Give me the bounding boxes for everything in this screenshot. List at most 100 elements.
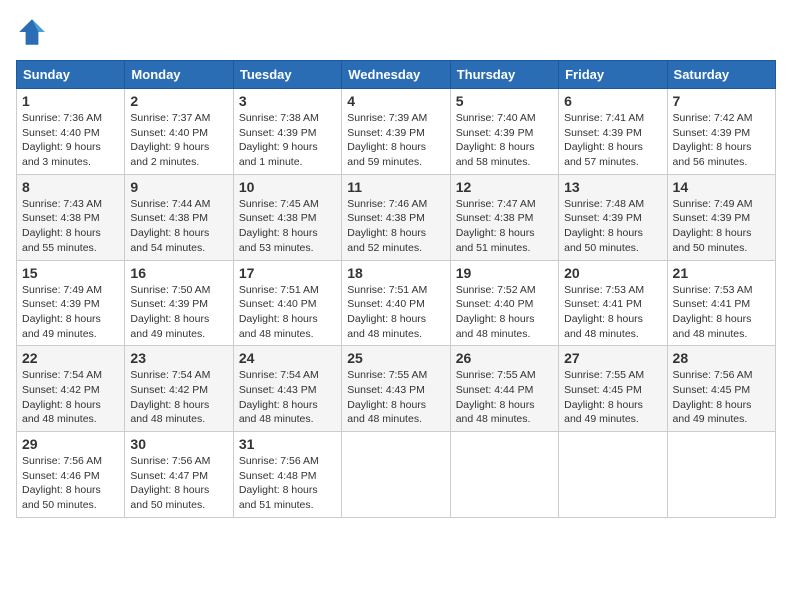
weekday-header: Saturday xyxy=(667,61,775,89)
day-info: Sunrise: 7:48 AMSunset: 4:39 PMDaylight:… xyxy=(564,198,644,254)
day-number: 28 xyxy=(673,350,770,366)
day-info: Sunrise: 7:56 AMSunset: 4:48 PMDaylight:… xyxy=(239,455,319,511)
day-number: 18 xyxy=(347,265,444,281)
day-info: Sunrise: 7:53 AMSunset: 4:41 PMDaylight:… xyxy=(564,284,644,340)
page-header xyxy=(16,16,776,48)
day-info: Sunrise: 7:47 AMSunset: 4:38 PMDaylight:… xyxy=(456,198,536,254)
day-info: Sunrise: 7:46 AMSunset: 4:38 PMDaylight:… xyxy=(347,198,427,254)
calendar-cell xyxy=(450,432,558,518)
calendar-cell: 31 Sunrise: 7:56 AMSunset: 4:48 PMDaylig… xyxy=(233,432,341,518)
calendar-cell: 11 Sunrise: 7:46 AMSunset: 4:38 PMDaylig… xyxy=(342,174,450,260)
calendar-cell: 2 Sunrise: 7:37 AMSunset: 4:40 PMDayligh… xyxy=(125,89,233,175)
day-info: Sunrise: 7:52 AMSunset: 4:40 PMDaylight:… xyxy=(456,284,536,340)
calendar-cell: 14 Sunrise: 7:49 AMSunset: 4:39 PMDaylig… xyxy=(667,174,775,260)
calendar-week-row: 22 Sunrise: 7:54 AMSunset: 4:42 PMDaylig… xyxy=(17,346,776,432)
calendar-week-row: 15 Sunrise: 7:49 AMSunset: 4:39 PMDaylig… xyxy=(17,260,776,346)
calendar-cell: 10 Sunrise: 7:45 AMSunset: 4:38 PMDaylig… xyxy=(233,174,341,260)
calendar-cell: 12 Sunrise: 7:47 AMSunset: 4:38 PMDaylig… xyxy=(450,174,558,260)
weekday-header: Friday xyxy=(559,61,667,89)
day-info: Sunrise: 7:55 AMSunset: 4:44 PMDaylight:… xyxy=(456,369,536,425)
day-number: 13 xyxy=(564,179,661,195)
day-info: Sunrise: 7:54 AMSunset: 4:42 PMDaylight:… xyxy=(22,369,102,425)
day-number: 16 xyxy=(130,265,227,281)
calendar-cell: 22 Sunrise: 7:54 AMSunset: 4:42 PMDaylig… xyxy=(17,346,125,432)
weekday-header: Tuesday xyxy=(233,61,341,89)
calendar-cell: 30 Sunrise: 7:56 AMSunset: 4:47 PMDaylig… xyxy=(125,432,233,518)
calendar-header-row: SundayMondayTuesdayWednesdayThursdayFrid… xyxy=(17,61,776,89)
day-info: Sunrise: 7:55 AMSunset: 4:45 PMDaylight:… xyxy=(564,369,644,425)
day-number: 15 xyxy=(22,265,119,281)
day-info: Sunrise: 7:49 AMSunset: 4:39 PMDaylight:… xyxy=(22,284,102,340)
calendar-week-row: 8 Sunrise: 7:43 AMSunset: 4:38 PMDayligh… xyxy=(17,174,776,260)
day-number: 26 xyxy=(456,350,553,366)
day-info: Sunrise: 7:56 AMSunset: 4:47 PMDaylight:… xyxy=(130,455,210,511)
calendar-cell: 26 Sunrise: 7:55 AMSunset: 4:44 PMDaylig… xyxy=(450,346,558,432)
weekday-header: Sunday xyxy=(17,61,125,89)
calendar-week-row: 29 Sunrise: 7:56 AMSunset: 4:46 PMDaylig… xyxy=(17,432,776,518)
day-number: 8 xyxy=(22,179,119,195)
day-info: Sunrise: 7:53 AMSunset: 4:41 PMDaylight:… xyxy=(673,284,753,340)
calendar-cell: 3 Sunrise: 7:38 AMSunset: 4:39 PMDayligh… xyxy=(233,89,341,175)
calendar-cell: 21 Sunrise: 7:53 AMSunset: 4:41 PMDaylig… xyxy=(667,260,775,346)
calendar-cell: 20 Sunrise: 7:53 AMSunset: 4:41 PMDaylig… xyxy=(559,260,667,346)
weekday-header: Wednesday xyxy=(342,61,450,89)
day-number: 20 xyxy=(564,265,661,281)
calendar-cell: 7 Sunrise: 7:42 AMSunset: 4:39 PMDayligh… xyxy=(667,89,775,175)
day-number: 7 xyxy=(673,93,770,109)
day-number: 24 xyxy=(239,350,336,366)
calendar-cell: 6 Sunrise: 7:41 AMSunset: 4:39 PMDayligh… xyxy=(559,89,667,175)
weekday-header: Thursday xyxy=(450,61,558,89)
calendar-cell: 1 Sunrise: 7:36 AMSunset: 4:40 PMDayligh… xyxy=(17,89,125,175)
calendar-cell: 23 Sunrise: 7:54 AMSunset: 4:42 PMDaylig… xyxy=(125,346,233,432)
day-info: Sunrise: 7:42 AMSunset: 4:39 PMDaylight:… xyxy=(673,112,753,168)
day-info: Sunrise: 7:55 AMSunset: 4:43 PMDaylight:… xyxy=(347,369,427,425)
day-number: 2 xyxy=(130,93,227,109)
day-info: Sunrise: 7:54 AMSunset: 4:42 PMDaylight:… xyxy=(130,369,210,425)
day-number: 9 xyxy=(130,179,227,195)
calendar-cell: 19 Sunrise: 7:52 AMSunset: 4:40 PMDaylig… xyxy=(450,260,558,346)
day-number: 29 xyxy=(22,436,119,452)
day-info: Sunrise: 7:38 AMSunset: 4:39 PMDaylight:… xyxy=(239,112,319,168)
day-info: Sunrise: 7:39 AMSunset: 4:39 PMDaylight:… xyxy=(347,112,427,168)
day-number: 22 xyxy=(22,350,119,366)
day-info: Sunrise: 7:40 AMSunset: 4:39 PMDaylight:… xyxy=(456,112,536,168)
calendar-cell xyxy=(342,432,450,518)
day-info: Sunrise: 7:51 AMSunset: 4:40 PMDaylight:… xyxy=(239,284,319,340)
calendar-cell xyxy=(559,432,667,518)
day-info: Sunrise: 7:49 AMSunset: 4:39 PMDaylight:… xyxy=(673,198,753,254)
calendar-week-row: 1 Sunrise: 7:36 AMSunset: 4:40 PMDayligh… xyxy=(17,89,776,175)
day-number: 6 xyxy=(564,93,661,109)
calendar-cell: 29 Sunrise: 7:56 AMSunset: 4:46 PMDaylig… xyxy=(17,432,125,518)
day-number: 12 xyxy=(456,179,553,195)
day-info: Sunrise: 7:54 AMSunset: 4:43 PMDaylight:… xyxy=(239,369,319,425)
day-info: Sunrise: 7:41 AMSunset: 4:39 PMDaylight:… xyxy=(564,112,644,168)
day-number: 17 xyxy=(239,265,336,281)
calendar-cell: 27 Sunrise: 7:55 AMSunset: 4:45 PMDaylig… xyxy=(559,346,667,432)
calendar-table: SundayMondayTuesdayWednesdayThursdayFrid… xyxy=(16,60,776,518)
calendar-cell: 25 Sunrise: 7:55 AMSunset: 4:43 PMDaylig… xyxy=(342,346,450,432)
day-number: 10 xyxy=(239,179,336,195)
day-info: Sunrise: 7:51 AMSunset: 4:40 PMDaylight:… xyxy=(347,284,427,340)
day-info: Sunrise: 7:37 AMSunset: 4:40 PMDaylight:… xyxy=(130,112,210,168)
calendar-cell xyxy=(667,432,775,518)
calendar-cell: 18 Sunrise: 7:51 AMSunset: 4:40 PMDaylig… xyxy=(342,260,450,346)
day-number: 4 xyxy=(347,93,444,109)
calendar-cell: 9 Sunrise: 7:44 AMSunset: 4:38 PMDayligh… xyxy=(125,174,233,260)
day-number: 3 xyxy=(239,93,336,109)
logo-icon xyxy=(16,16,48,48)
day-info: Sunrise: 7:43 AMSunset: 4:38 PMDaylight:… xyxy=(22,198,102,254)
calendar-cell: 5 Sunrise: 7:40 AMSunset: 4:39 PMDayligh… xyxy=(450,89,558,175)
day-number: 27 xyxy=(564,350,661,366)
calendar-cell: 13 Sunrise: 7:48 AMSunset: 4:39 PMDaylig… xyxy=(559,174,667,260)
calendar-cell: 24 Sunrise: 7:54 AMSunset: 4:43 PMDaylig… xyxy=(233,346,341,432)
calendar-cell: 28 Sunrise: 7:56 AMSunset: 4:45 PMDaylig… xyxy=(667,346,775,432)
day-number: 30 xyxy=(130,436,227,452)
calendar-cell: 15 Sunrise: 7:49 AMSunset: 4:39 PMDaylig… xyxy=(17,260,125,346)
day-number: 5 xyxy=(456,93,553,109)
day-info: Sunrise: 7:50 AMSunset: 4:39 PMDaylight:… xyxy=(130,284,210,340)
calendar-cell: 17 Sunrise: 7:51 AMSunset: 4:40 PMDaylig… xyxy=(233,260,341,346)
day-info: Sunrise: 7:36 AMSunset: 4:40 PMDaylight:… xyxy=(22,112,102,168)
calendar-cell: 16 Sunrise: 7:50 AMSunset: 4:39 PMDaylig… xyxy=(125,260,233,346)
day-info: Sunrise: 7:45 AMSunset: 4:38 PMDaylight:… xyxy=(239,198,319,254)
day-number: 25 xyxy=(347,350,444,366)
